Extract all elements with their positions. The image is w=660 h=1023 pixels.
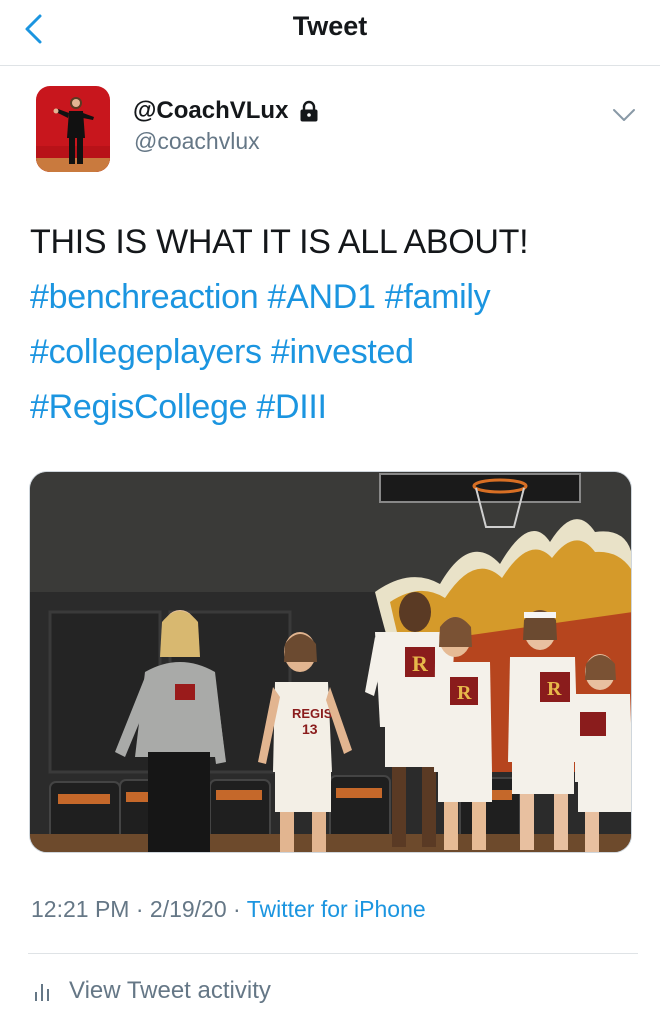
meta-separator: · [233, 896, 241, 922]
tweet-text-line: #RegisCollege #DIII [30, 380, 630, 435]
avatar[interactable] [36, 86, 110, 172]
hashtag-link[interactable]: #RegisCollege [30, 388, 248, 426]
author-name-row[interactable]: @CoachVLux [133, 96, 320, 126]
chevron-down-icon [613, 109, 635, 121]
tweet-photo[interactable]: REGIS 13 R R R [29, 471, 632, 853]
tweet-text-line: #collegeplayers #invested [30, 325, 630, 380]
view-tweet-activity-button[interactable]: View Tweet activity [33, 974, 271, 1008]
tweet-menu-button[interactable] [610, 104, 638, 126]
bar-chart-icon [35, 984, 49, 1001]
tweet-time: 12:21 PM [31, 896, 130, 922]
hashtag-link[interactable]: #AND1 [267, 278, 375, 316]
tweet-date: 2/19/20 [149, 896, 227, 922]
jersey-number: 13 [302, 721, 318, 737]
author-display-name: @CoachVLux [133, 97, 289, 124]
tweet-text-line: THIS IS WHAT IT IS ALL ABOUT! [30, 223, 529, 261]
view-tweet-activity-label: View Tweet activity [69, 977, 271, 1004]
hashtag-link[interactable]: #collegeplayers [30, 333, 262, 371]
lock-icon [300, 100, 318, 122]
tweet-text-line: #benchreaction #AND1 #family [30, 270, 630, 325]
author-handle: @coachvlux [134, 128, 260, 154]
navigation-bar: Tweet [0, 0, 660, 66]
tweet-source-link[interactable]: Twitter for iPhone [247, 896, 426, 922]
divider [28, 953, 638, 954]
hashtag-link[interactable]: #DIII [256, 388, 327, 426]
hashtag-link[interactable]: #invested [271, 333, 414, 371]
team-letter: R [457, 682, 472, 704]
meta-separator: · [135, 896, 144, 922]
tweet-text: THIS IS WHAT IT IS ALL ABOUT! #benchreac… [30, 215, 630, 435]
hashtag-link[interactable]: #family [385, 278, 491, 316]
team-letter: R [547, 678, 562, 700]
page-title: Tweet [292, 11, 368, 41]
hashtag-link[interactable]: #benchreaction [30, 278, 259, 316]
team-letter: R [412, 651, 429, 676]
tweet-meta: 12:21 PM · 2/19/20 · Twitter for iPhone [31, 896, 426, 923]
jersey-text: REGIS [292, 706, 333, 721]
